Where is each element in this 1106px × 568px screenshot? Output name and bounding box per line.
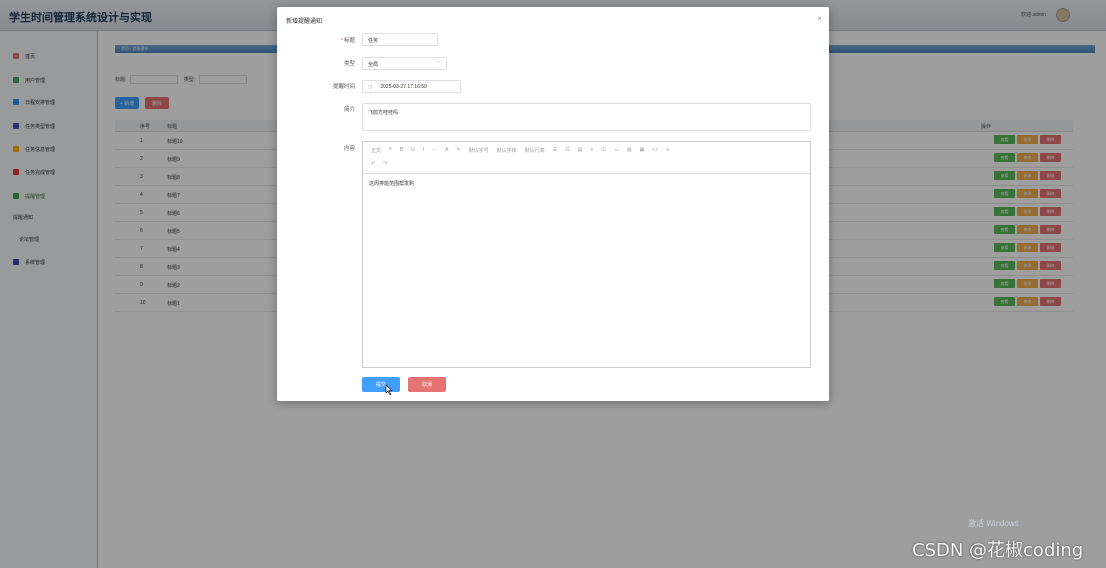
time-picker[interactable]: ◷ 2025-03-27 17:16:59 bbox=[362, 80, 461, 93]
editor-toolbar-row-1: 正文 ❝ B U I ··· A ✎ 默认字号 默认字体 默认行高 ☰ ☷ ▤ … bbox=[371, 147, 669, 154]
editor-content-area[interactable]: 这周排能范围帮发购 bbox=[363, 174, 810, 193]
title-label-text: 标题 bbox=[343, 38, 355, 44]
quote-icon[interactable]: ❝ bbox=[389, 147, 392, 154]
summary-field-label: 简介 bbox=[343, 107, 355, 113]
required-marker: * bbox=[340, 38, 343, 44]
image-icon[interactable]: ▨ bbox=[627, 147, 632, 154]
windows-activation-watermark: 激活 Windows bbox=[968, 519, 1019, 528]
submit-button[interactable]: 提交 bbox=[362, 377, 400, 392]
type-select[interactable]: 全局 ﹀ bbox=[362, 57, 447, 70]
undo-icon[interactable]: ↶ bbox=[371, 161, 375, 167]
type-select-value: 全局 bbox=[368, 62, 379, 68]
title-field-label: *标题 bbox=[303, 36, 355, 44]
todo-icon[interactable]: ▤ bbox=[578, 147, 583, 154]
underline-icon[interactable]: U bbox=[411, 147, 415, 154]
editor-toolbar: 正文 ❝ B U I ··· A ✎ 默认字号 默认字体 默认行高 ☰ ☷ ▤ … bbox=[363, 142, 810, 174]
rich-text-editor: 正文 ❝ B U I ··· A ✎ 默认字号 默认字体 默认行高 ☰ ☷ ▤ … bbox=[362, 141, 811, 368]
emoji-icon[interactable]: ☺ bbox=[614, 147, 619, 154]
content-field-label: 内容 bbox=[343, 146, 355, 152]
dialog-title: 新增提醒通知 bbox=[286, 19, 323, 25]
editor-toolbar-row-2: ↶ ↷ bbox=[371, 161, 387, 167]
csdn-watermark: CSDN @花椒coding bbox=[912, 540, 1084, 561]
font-family-select[interactable]: 默认字体 bbox=[497, 147, 517, 154]
type-field-label: 类型 bbox=[343, 61, 355, 67]
add-notification-dialog: 新增提醒通知 × *标题 任务 类型 全局 ﹀ 提醒时间 ◷ 2025-03-27 … bbox=[277, 7, 829, 401]
line-height-select[interactable]: 默认行高 bbox=[525, 147, 545, 154]
time-field-label: 提醒时间 bbox=[332, 84, 355, 90]
time-value: 2025-03-27 17:16:59 bbox=[380, 84, 427, 90]
bullet-list-icon[interactable]: ☰ bbox=[553, 147, 557, 154]
align-icon[interactable]: ≡ bbox=[590, 147, 593, 154]
code-icon[interactable]: <> bbox=[652, 147, 658, 154]
redo-icon[interactable]: ↷ bbox=[383, 161, 387, 167]
table-icon[interactable]: ▦ bbox=[640, 147, 645, 154]
summary-textarea[interactable]: 飞鸽方哇哇吗 bbox=[362, 103, 811, 131]
close-icon[interactable]: × bbox=[817, 14, 822, 23]
clock-icon: ◷ bbox=[368, 84, 373, 90]
cancel-button[interactable]: 取消 bbox=[408, 377, 446, 392]
chevron-down-icon: ﹀ bbox=[435, 61, 441, 67]
highlight-icon[interactable]: ✎ bbox=[456, 147, 460, 154]
title-input[interactable]: 任务 bbox=[362, 33, 438, 46]
toolbar-heading-select[interactable]: 正文 bbox=[371, 147, 381, 154]
pointer-cursor-icon bbox=[385, 385, 393, 395]
italic-icon[interactable]: I bbox=[423, 147, 424, 154]
font-size-select[interactable]: 默认字号 bbox=[469, 147, 489, 154]
divider-icon[interactable]: ≡ bbox=[666, 147, 669, 154]
font-color-icon[interactable]: A bbox=[445, 147, 448, 154]
numbered-list-icon[interactable]: ☷ bbox=[565, 147, 569, 154]
editor-content-text: 这周排能范围帮发购 bbox=[369, 181, 415, 187]
bold-icon[interactable]: B bbox=[400, 147, 403, 154]
more-icon[interactable]: ··· bbox=[432, 147, 437, 154]
checkbox-icon[interactable]: ☑ bbox=[601, 147, 605, 154]
